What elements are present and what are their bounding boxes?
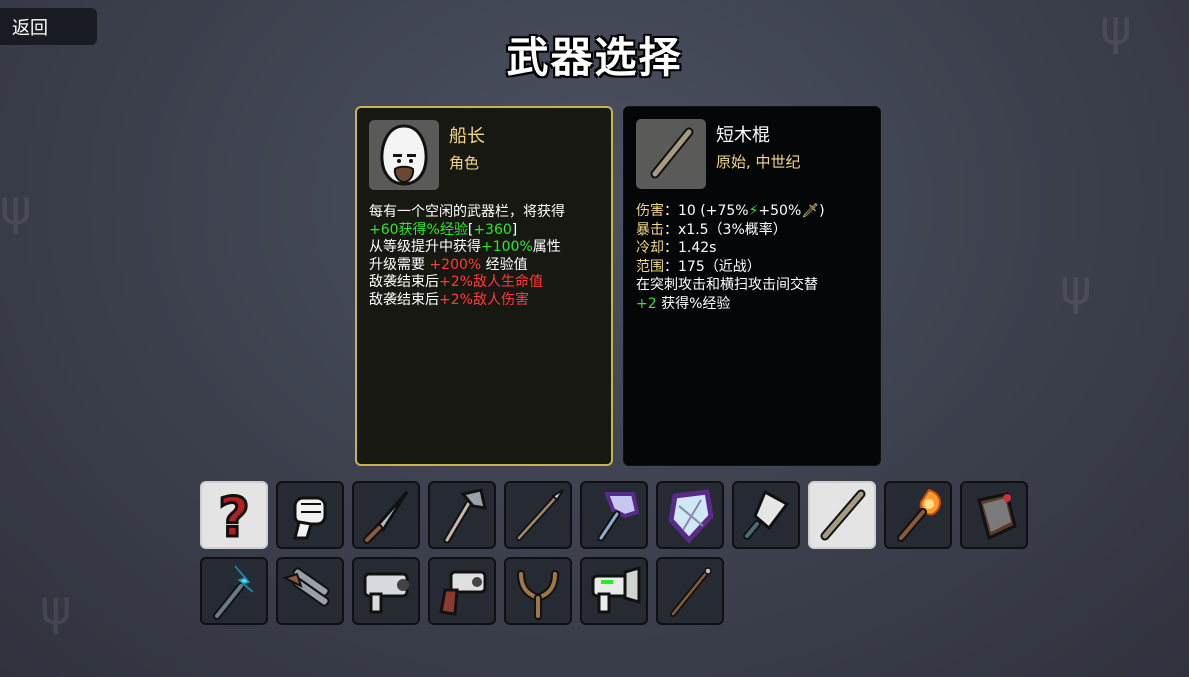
weapon-text: ：x1.5（3%概率） <box>664 221 787 238</box>
weapon-slot[interactable] <box>200 557 268 625</box>
weapon-text: 范围 <box>636 258 664 275</box>
purple-hammer-icon <box>597 492 640 542</box>
weapon-text: ) <box>819 203 825 219</box>
character-line: 从等级提升中获得+100%属性 <box>369 239 599 257</box>
weapon-text: 🗡 <box>801 203 820 219</box>
character-text: +360 <box>473 221 512 238</box>
weapon-text: ⚡ <box>748 203 759 219</box>
weapon-slot[interactable] <box>580 557 648 625</box>
character-info-panel: 船长 角色 每有一个空闲的武器栏，将获得 +60获得%经验[+360] 从等级提升中… <box>355 106 613 466</box>
cleaver-icon <box>743 489 790 540</box>
weapon-text: ：1.42s <box>664 240 717 256</box>
character-text: 敌袭结束后 <box>369 291 439 308</box>
weapon-text: 暴击 <box>636 221 664 238</box>
weapon-line: 冷却：1.42s <box>636 239 868 258</box>
character-text: 敌袭结束后 <box>369 274 439 290</box>
weapon-text: 获得%经验 <box>656 295 731 312</box>
character-text: +200% <box>429 256 482 273</box>
character-description: 每有一个空闲的武器栏，将获得 +60获得%经验[+360] 从等级提升中获得+100… <box>369 204 599 309</box>
character-line: 升级需要 +200% 经验值 <box>369 257 599 275</box>
weapon-tags: 原始, 中世纪 <box>716 153 801 171</box>
knife-icon <box>363 491 409 544</box>
short-stick-icon <box>636 119 706 189</box>
random-question-icon: ? <box>217 486 251 544</box>
character-line: 敌袭结束后+2%敌人伤害 <box>369 292 599 310</box>
weapon-line: 范围：175（近战） <box>636 258 868 277</box>
weapon-text: ：175（近战） <box>664 258 761 275</box>
svg-text:?: ? <box>218 486 249 544</box>
weapon-slot[interactable] <box>276 481 344 549</box>
weapon-slot[interactable] <box>884 481 952 549</box>
weapon-text: +2 <box>636 295 657 312</box>
revolver-icon <box>439 570 487 616</box>
weapon-text: 冷却 <box>636 240 664 256</box>
character-text: +60获得%经验 <box>369 221 468 238</box>
weapon-text: 伤害 <box>636 203 664 219</box>
taser-gun-icon <box>591 566 641 614</box>
weapon-slot[interactable] <box>960 481 1028 549</box>
weapon-slot[interactable] <box>276 557 344 625</box>
character-text: +2%敌人伤害 <box>439 291 529 308</box>
weapon-slot[interactable] <box>808 481 876 549</box>
character-text: +100% <box>481 239 533 255</box>
page-title: 武器选择 <box>506 33 683 82</box>
background-decoration: ψ <box>0 180 32 236</box>
character-text: 从等级提升中获得 <box>369 239 481 255</box>
axe-icon <box>443 488 487 544</box>
short-stick-icon <box>820 489 866 541</box>
weapon-slot[interactable] <box>580 481 648 549</box>
character-line: +60获得%经验[+360] <box>369 222 599 240</box>
torch-icon <box>897 488 941 542</box>
smg-icon <box>363 572 409 614</box>
character-name: 船长 <box>449 126 485 147</box>
weapon-slot[interactable] <box>352 481 420 549</box>
character-text: 每有一个空闲的武器栏，将获得 <box>369 204 565 220</box>
character-line: 敌袭结束后+2%敌人生命值 <box>369 274 599 292</box>
weapon-name: 短木棍 <box>716 125 770 146</box>
chainsaw-icon <box>977 492 1017 541</box>
character-line: 每有一个空闲的武器栏，将获得 <box>369 204 599 222</box>
character-text: 升级需要 <box>369 256 430 273</box>
wand-icon <box>670 567 712 617</box>
weapon-line: 暴击：x1.5（3%概率） <box>636 221 868 240</box>
weapon-slot[interactable]: ? <box>200 481 268 549</box>
character-text: 属性 <box>532 239 561 255</box>
weapon-slot[interactable] <box>428 481 496 549</box>
weapon-text: +50% <box>758 203 802 219</box>
weapon-slot[interactable] <box>428 557 496 625</box>
character-text: ] <box>511 221 518 238</box>
lightning-staff-icon <box>213 565 254 620</box>
weapon-slot[interactable] <box>732 481 800 549</box>
character-text: 经验值 <box>481 256 528 273</box>
weapon-text: ：10 (+75% <box>664 203 749 219</box>
spear-icon <box>516 489 564 541</box>
weapon-line: 在突刺攻击和横扫攻击间交替 <box>636 276 868 295</box>
weapon-text: 在突刺攻击和横扫攻击间交替 <box>636 277 818 293</box>
weapon-slot[interactable] <box>352 557 420 625</box>
background-decoration: ψ <box>40 580 72 636</box>
background-decoration: ψ <box>1060 260 1092 316</box>
character-type: 角色 <box>449 154 480 172</box>
character-text: +2%敌人生命值 <box>439 274 543 290</box>
weapon-slot[interactable] <box>656 557 724 625</box>
weapon-info-panel: 短木棍 原始, 中世纪 伤害：10 (+75%⚡+50%🗡) 暴击：x1.5（3%… <box>623 106 881 466</box>
double-barrel-shotgun-icon <box>282 567 330 607</box>
weapon-line: +2 获得%经验 <box>636 295 868 314</box>
fist-icon <box>293 496 327 540</box>
weapon-stats: 伤害：10 (+75%⚡+50%🗡) 暴击：x1.5（3%概率） 冷却：1.42s 范… <box>636 202 868 313</box>
weapon-slot[interactable] <box>504 557 572 625</box>
crystal-shield-icon <box>668 489 714 544</box>
weapon-line: 伤害：10 (+75%⚡+50%🗡) <box>636 202 868 221</box>
weapon-slot[interactable] <box>504 481 572 549</box>
slingshot-icon <box>517 570 559 620</box>
weapon-slot[interactable] <box>656 481 724 549</box>
captain-portrait-icon <box>369 120 439 190</box>
